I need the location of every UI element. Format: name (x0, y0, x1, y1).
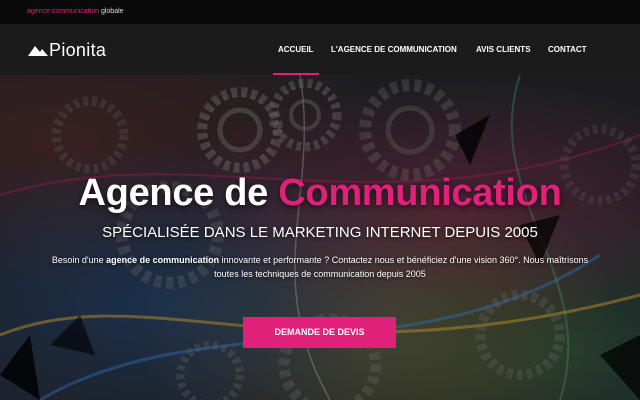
hero-title: Agence de Communication (0, 172, 640, 215)
nav-item-accueil[interactable]: ACCUEIL (273, 24, 319, 75)
nav-item-agence[interactable]: L'AGENCE DE COMMUNICATION (331, 24, 457, 75)
hero-description-bold: agence de communication (106, 255, 220, 265)
logo-text: Pionita (49, 39, 107, 60)
nav-item-avis-clients[interactable]: AVIS CLIENTS (476, 24, 531, 75)
hero-subtitle: SPÉCIALISÉE DANS LE MARKETING INTERNET D… (102, 224, 538, 241)
nav-item-contact[interactable]: CONTACT (548, 24, 587, 75)
quote-request-button[interactable]: DEMANDE DE DEVIS (243, 317, 396, 348)
site-logo[interactable]: Pionita (28, 39, 106, 61)
hero-title-white: Agence de (78, 172, 269, 214)
hero-description: Besoin d'une agence de communication inn… (51, 255, 589, 279)
main-navbar: Pionita ACCUEIL L'AGENCE DE COMMUNICATIO… (0, 24, 640, 75)
tagline: agence communication globale (27, 0, 124, 24)
mountain-icon (28, 46, 48, 56)
hero-section: Agence de Communication SPÉCIALISÉE DANS… (0, 75, 640, 400)
tagline-white: globale (100, 8, 124, 15)
hero-title-pink: Communication (278, 172, 562, 214)
top-bar: agence communication globale (0, 0, 640, 24)
tagline-pink: agence communication (27, 8, 99, 15)
